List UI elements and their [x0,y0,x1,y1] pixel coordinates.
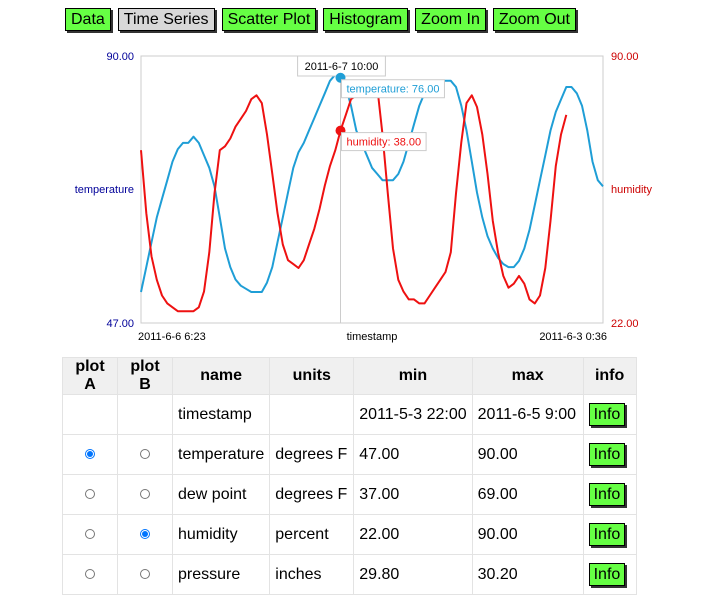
table-row: pressure inches 29.80 30.20 Info [62,554,637,595]
min-cell: 2011-5-3 22:00 [353,394,473,435]
table-row: timestamp 2011-5-3 22:00 2011-6-5 9:00 I… [62,394,637,435]
name-cell: humidity [171,514,271,555]
name-cell: temperature [171,434,271,475]
left-axis-max-label: 90.00 [106,51,134,63]
info-cell: Info [582,474,637,515]
units-cell [269,394,355,435]
x-axis-start-label: 2011-6-6 6:23 [138,331,206,343]
plot-a-radio[interactable] [85,568,95,579]
time-series-button[interactable]: Time Series [117,8,215,31]
min-cell: 22.00 [353,514,473,555]
info-button[interactable]: Info [588,563,626,586]
units-cell: inches [269,554,355,595]
plot-b-cell [117,434,173,475]
right-axis-label: humidity [611,184,652,196]
plot-b-cell [117,474,173,515]
max-cell: 30.20 [471,554,584,595]
units-cell: degrees F [269,434,355,475]
humidity-tooltip-text: humidity: 38.00 [347,137,422,149]
plot-b-cell [117,554,173,595]
table-row: humidity percent 22.00 90.00 Info [62,514,637,555]
left-axis-label: temperature [75,184,134,196]
min-cell: 29.80 [353,554,473,595]
header-plot-a: plot A [62,357,118,395]
table-row: dew point degrees F 37.00 69.00 Info [62,474,637,515]
header-info: info [582,357,637,395]
header-max: max [471,357,584,395]
x-axis-end-label: 2011-6-3 0:36 [539,331,607,343]
cursor-time-text: 2011-6-7 10:00 [305,61,379,73]
variables-table: plot A plot B name units min max info ti… [62,357,637,595]
time-series-chart[interactable]: 90.00 47.00 temperature 90.00 22.00 humi… [0,40,720,345]
plot-a-radio[interactable] [85,488,95,499]
name-cell: timestamp [171,394,271,435]
plot-b-radio[interactable] [140,528,150,539]
name-cell: pressure [171,554,271,595]
plot-a-cell [62,554,118,595]
header-units: units [269,357,355,395]
right-axis-max-label: 90.00 [611,51,639,63]
table-header-row: plot A plot B name units min max info [62,357,637,395]
zoom-in-button[interactable]: Zoom In [415,8,486,31]
name-cell: dew point [171,474,271,515]
plot-b-radio[interactable] [140,568,150,579]
info-cell: Info [582,434,637,475]
plot-a-cell [62,434,118,475]
table-row: temperature degrees F 47.00 90.00 Info [62,434,637,475]
min-cell: 37.00 [353,474,473,515]
info-button[interactable]: Info [588,403,626,426]
plot-a-cell [62,394,118,435]
max-cell: 90.00 [471,434,584,475]
plot-b-cell [117,394,173,435]
info-button[interactable]: Info [588,483,626,506]
header-min: min [353,357,473,395]
plot-b-radio[interactable] [140,448,150,459]
info-button[interactable]: Info [588,443,626,466]
max-cell: 2011-6-5 9:00 [471,394,584,435]
zoom-out-button[interactable]: Zoom Out [492,8,576,31]
scatter-plot-button[interactable]: Scatter Plot [221,8,317,31]
info-cell: Info [582,514,637,555]
max-cell: 69.00 [471,474,584,515]
data-button[interactable]: Data [65,8,111,31]
x-axis-label: timestamp [347,331,398,343]
plot-b-radio[interactable] [140,488,150,499]
info-cell: Info [582,554,637,595]
temperature-tooltip-text: temperature: 76.00 [347,84,440,96]
left-axis-min-label: 47.00 [106,318,134,330]
header-name: name [171,357,271,395]
plot-a-cell [62,514,118,555]
units-cell: degrees F [269,474,355,515]
right-axis-min-label: 22.00 [611,318,639,330]
plot-b-cell [117,514,173,555]
info-cell: Info [582,394,637,435]
info-button[interactable]: Info [588,523,626,546]
histogram-button[interactable]: Histogram [323,8,409,31]
plot-a-radio[interactable] [85,448,95,459]
min-cell: 47.00 [353,434,473,475]
plot-a-cell [62,474,118,515]
units-cell: percent [269,514,355,555]
plot-a-radio[interactable] [85,528,95,539]
header-plot-b: plot B [117,357,173,395]
toolbar: Data Time Series Scatter Plot Histogram … [65,8,576,31]
max-cell: 90.00 [471,514,584,555]
